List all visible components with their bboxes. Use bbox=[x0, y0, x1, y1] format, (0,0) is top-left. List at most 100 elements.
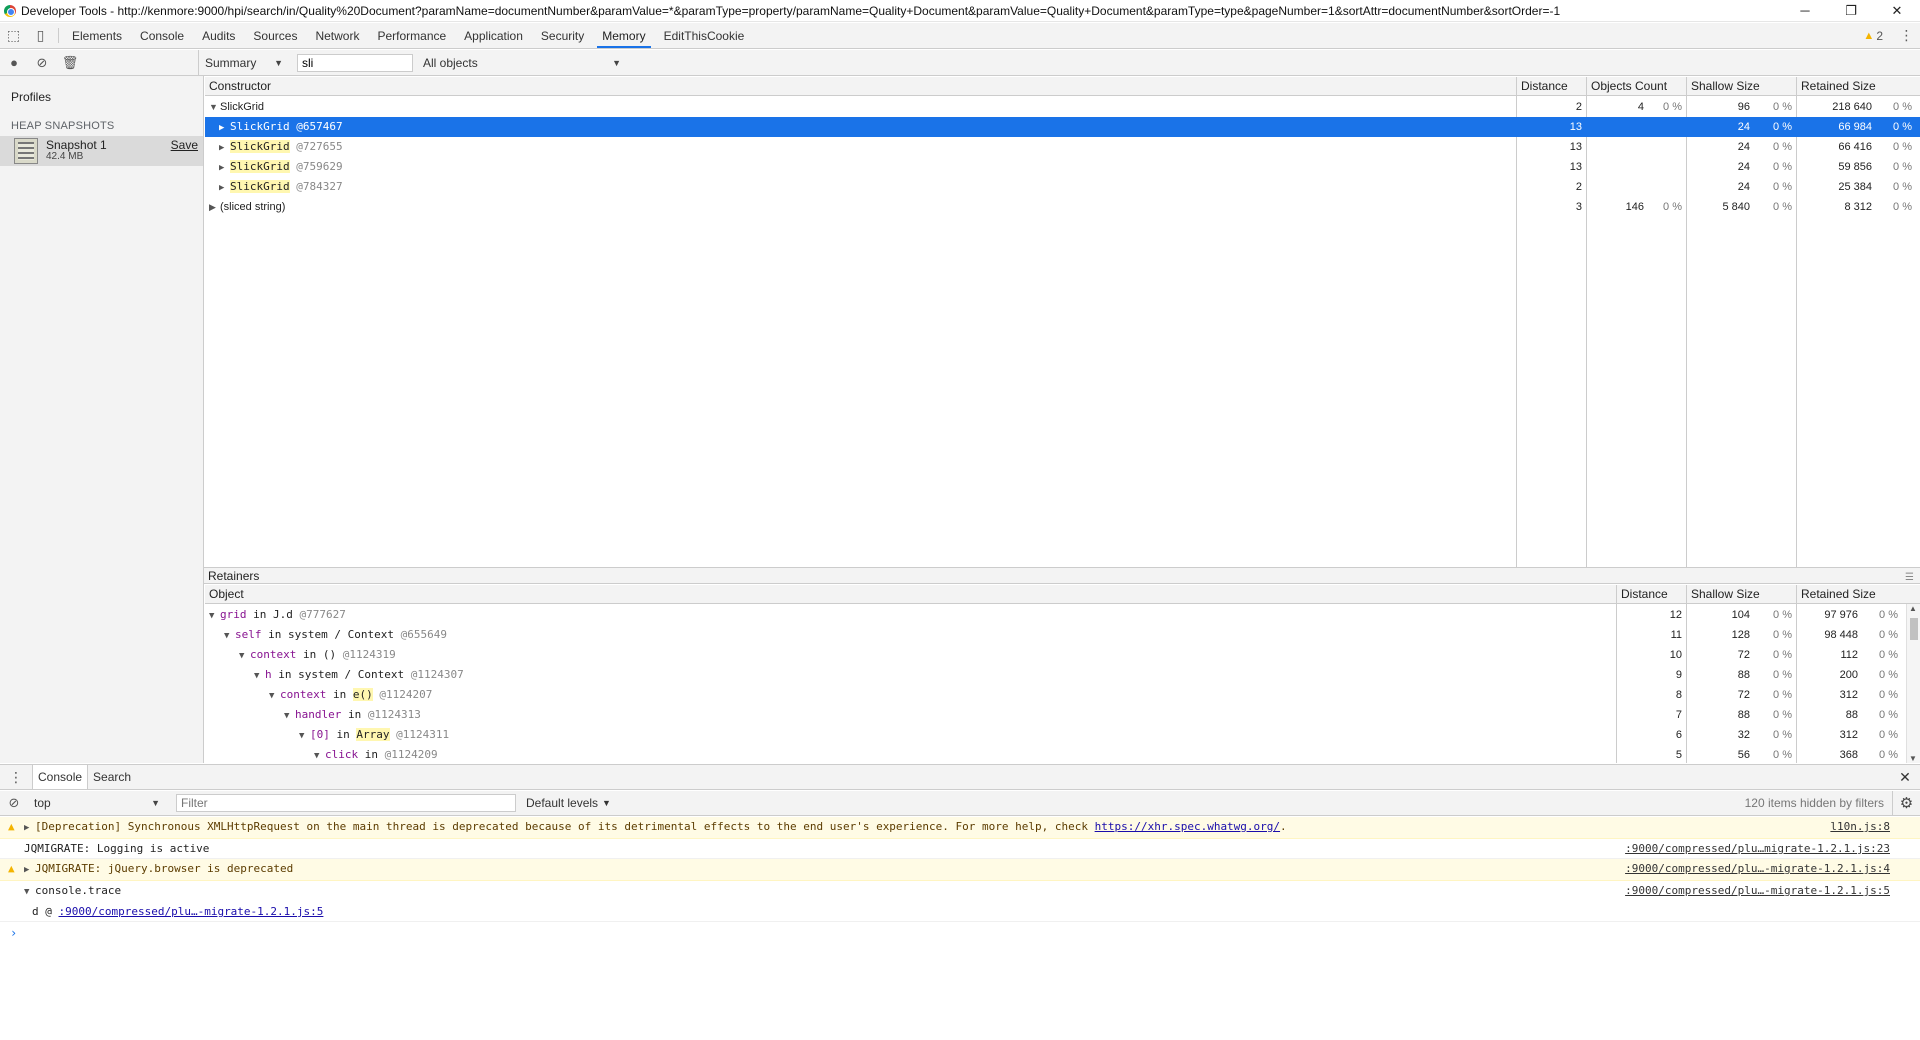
collapse-triangle-icon[interactable]: ▼ bbox=[209, 97, 220, 117]
retainer-row[interactable]: ▼ h in system / Context @1124307 9 88 0 % 200… bbox=[205, 665, 1920, 685]
expand-triangle-icon[interactable]: ▶ bbox=[219, 158, 230, 178]
tab-console[interactable]: Console bbox=[131, 23, 193, 48]
trace-source-link[interactable]: :9000/compressed/plu…-migrate-1.2.1.js:5 bbox=[59, 905, 324, 918]
distance-cell: 5 bbox=[1675, 749, 1682, 761]
collapse-triangle-icon[interactable]: ▼ bbox=[239, 646, 250, 666]
retainer-row[interactable]: ▼ self in system / Context @655649 11 128 0 … bbox=[205, 625, 1920, 645]
scroll-down-icon[interactable]: ▼ bbox=[1909, 754, 1917, 763]
retained-size-cell: 200 bbox=[1839, 669, 1858, 681]
console-message-log[interactable]: JQMIGRATE: Logging is active :9000/compr… bbox=[0, 839, 1920, 859]
collapse-triangle-icon[interactable]: ▼ bbox=[24, 883, 35, 902]
context-select[interactable]: top ▼ bbox=[28, 791, 168, 816]
record-icon[interactable]: ● bbox=[0, 50, 28, 76]
clear-console-icon[interactable]: ⊘ bbox=[0, 790, 28, 816]
scrollbar-thumb[interactable] bbox=[1910, 618, 1918, 640]
retained-size-pct: 0 % bbox=[1879, 609, 1898, 621]
save-snapshot-link[interactable]: Save bbox=[171, 138, 198, 152]
col-shallow-size[interactable]: Shallow Size bbox=[1686, 585, 1796, 604]
retainer-property: self bbox=[235, 628, 262, 641]
chevron-down-icon: ▼ bbox=[274, 57, 283, 68]
drawer-menu-icon[interactable]: ⋮ bbox=[0, 765, 32, 789]
console-message-warning[interactable]: ▲ ▶ [Deprecation] Synchronous XMLHttpRequ… bbox=[0, 817, 1920, 839]
window-titlebar: Developer Tools - http://kenmore:9000/hp… bbox=[0, 0, 1920, 22]
col-retained-size[interactable]: Retained Size bbox=[1796, 585, 1920, 604]
console-filter-input[interactable] bbox=[176, 794, 516, 812]
retained-size-pct: 0 % bbox=[1879, 709, 1898, 721]
objects-select[interactable]: All objects ▼ bbox=[417, 56, 627, 70]
constructor-row[interactable]: ▶ (sliced string) 3 146 0 % 5 840 0 % 8 312 0 % bbox=[205, 197, 1920, 217]
view-select[interactable]: Summary ▼ bbox=[199, 56, 289, 70]
collapse-triangle-icon[interactable]: ▼ bbox=[224, 626, 235, 646]
tab-performance[interactable]: Performance bbox=[368, 23, 455, 48]
tab-security[interactable]: Security bbox=[532, 23, 593, 48]
class-filter-input[interactable] bbox=[297, 53, 413, 72]
inspect-element-icon[interactable]: ⬚ bbox=[0, 23, 27, 48]
message-source-link[interactable]: :9000/compressed/plu…migrate-1.2.1.js:23 bbox=[1625, 839, 1890, 858]
col-constructor[interactable]: Constructor bbox=[205, 77, 1516, 96]
objects-count-pct bbox=[1646, 157, 1682, 177]
collect-garbage-icon[interactable]: 🗑 bbox=[56, 50, 84, 76]
retainer-row[interactable]: ▼ click in @1124209 5 56 0 % 368 0 % bbox=[205, 745, 1920, 763]
close-drawer-icon[interactable]: ✕ bbox=[1890, 765, 1920, 789]
retainer-in: in bbox=[364, 748, 378, 761]
retainer-row[interactable]: ▼ context in () @1124319 10 72 0 % 112 0 % bbox=[205, 645, 1920, 665]
retainer-row[interactable]: ▼ [0] in Array @1124311 6 32 0 % 312 0 % bbox=[205, 725, 1920, 745]
log-levels-select[interactable]: Default levels ▼ bbox=[526, 796, 611, 810]
col-objects-count[interactable]: Objects Count bbox=[1586, 77, 1686, 96]
collapse-triangle-icon[interactable]: ▼ bbox=[299, 726, 310, 746]
snapshot-item[interactable]: Snapshot 1 42.4 MB Save bbox=[0, 136, 203, 166]
message-source-link[interactable]: :9000/compressed/plu…-migrate-1.2.1.js:4 bbox=[1625, 859, 1890, 878]
col-distance[interactable]: Distance bbox=[1516, 77, 1586, 96]
col-object[interactable]: Object bbox=[205, 585, 1616, 604]
console-prompt[interactable]: › bbox=[0, 922, 1920, 944]
expand-triangle-icon[interactable]: ▶ bbox=[24, 819, 35, 838]
expand-triangle-icon[interactable]: ▶ bbox=[219, 138, 230, 158]
constructor-row[interactable]: ▶ SlickGrid @657467 13 24 0 % 66 984 0 % bbox=[205, 117, 1920, 137]
minimize-button[interactable]: ─ bbox=[1782, 0, 1828, 22]
xhr-spec-link[interactable]: https://xhr.spec.whatwg.org/ bbox=[1095, 820, 1280, 833]
console-message-warning[interactable]: ▲ ▶ JQMIGRATE: jQuery.browser is deprecat… bbox=[0, 859, 1920, 881]
tab-network[interactable]: Network bbox=[306, 23, 368, 48]
drawer-tab-search[interactable]: Search bbox=[88, 765, 136, 789]
collapse-triangle-icon[interactable]: ▼ bbox=[284, 706, 295, 726]
col-retained-size[interactable]: Retained Size bbox=[1796, 77, 1920, 96]
prompt-chevron-icon: › bbox=[10, 926, 18, 940]
retainers-scrollbar[interactable]: ▲ ▼ bbox=[1906, 604, 1920, 763]
col-distance[interactable]: Distance bbox=[1616, 585, 1686, 604]
tab-sources[interactable]: Sources bbox=[244, 23, 306, 48]
constructor-row[interactable]: ▶ SlickGrid @784327 2 24 0 % 25 384 0 % bbox=[205, 177, 1920, 197]
col-shallow-size[interactable]: Shallow Size bbox=[1686, 77, 1796, 96]
gear-icon[interactable]: ⚙ bbox=[1892, 790, 1920, 816]
expand-triangle-icon[interactable]: ▶ bbox=[219, 178, 230, 198]
collapse-triangle-icon[interactable]: ▼ bbox=[269, 686, 280, 706]
maximize-button[interactable]: ❐ bbox=[1828, 0, 1874, 22]
constructor-row[interactable]: ▶ SlickGrid @727655 13 24 0 % 66 416 0 % bbox=[205, 137, 1920, 157]
more-options-icon[interactable]: ⋮ bbox=[1893, 27, 1920, 44]
collapse-triangle-icon[interactable]: ▼ bbox=[254, 666, 265, 686]
retainer-row[interactable]: ▼ handler in @1124313 7 88 0 % 88 0 % bbox=[205, 705, 1920, 725]
message-source-link[interactable]: l10n.js:8 bbox=[1830, 817, 1890, 836]
tab-editthiscookie[interactable]: EditThisCookie bbox=[655, 23, 754, 48]
close-window-button[interactable]: ✕ bbox=[1874, 0, 1920, 22]
expand-triangle-icon[interactable]: ▶ bbox=[209, 197, 220, 217]
console-message-trace[interactable]: ▼ console.trace :9000/compressed/plu…-mig… bbox=[0, 881, 1920, 902]
retainer-row[interactable]: ▼ grid in J.d @777627 12 104 0 % 97 976 0 % bbox=[205, 605, 1920, 625]
constructor-row[interactable]: ▼ SlickGrid 2 4 0 % 96 0 % 218 640 0 % bbox=[205, 97, 1920, 117]
expand-triangle-icon[interactable]: ▶ bbox=[219, 118, 230, 138]
scroll-up-icon[interactable]: ▲ bbox=[1909, 604, 1917, 613]
expand-triangle-icon[interactable]: ▶ bbox=[24, 861, 35, 880]
collapse-triangle-icon[interactable]: ▼ bbox=[209, 606, 220, 626]
retainer-row[interactable]: ▼ context in e() @1124207 8 72 0 % 312 0 % bbox=[205, 685, 1920, 705]
drawer-tab-console[interactable]: Console bbox=[32, 765, 89, 789]
warnings-badge[interactable]: ▲ 2 bbox=[1863, 29, 1883, 43]
tab-memory[interactable]: Memory bbox=[593, 23, 654, 48]
tab-elements[interactable]: Elements bbox=[63, 23, 131, 48]
tab-audits[interactable]: Audits bbox=[193, 23, 244, 48]
clear-icon[interactable]: ⊘ bbox=[28, 50, 56, 76]
tab-application[interactable]: Application bbox=[455, 23, 532, 48]
message-source-link[interactable]: :9000/compressed/plu…-migrate-1.2.1.js:5 bbox=[1625, 881, 1890, 900]
resize-handle-icon[interactable]: ☰ bbox=[1905, 570, 1914, 586]
device-toolbar-icon[interactable]: ▯ bbox=[27, 23, 54, 48]
constructor-row[interactable]: ▶ SlickGrid @759629 13 24 0 % 59 856 0 % bbox=[205, 157, 1920, 177]
collapse-triangle-icon[interactable]: ▼ bbox=[314, 746, 325, 763]
